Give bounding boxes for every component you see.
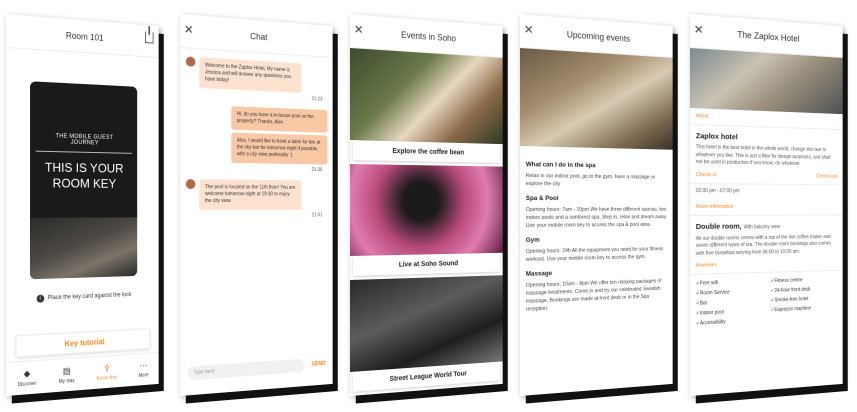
back-icon[interactable]: ✕ bbox=[694, 22, 704, 37]
card-title: THIS IS YOUR ROOM KEY bbox=[44, 159, 124, 191]
section-title: Spa & Pool bbox=[525, 194, 559, 203]
checkout-label: Check out bbox=[816, 173, 838, 180]
share-icon[interactable] bbox=[144, 31, 154, 44]
amenity-item: Accessibility bbox=[696, 318, 767, 327]
card-subtitle: THE MOBILE GUEST JOURNEY bbox=[35, 132, 132, 154]
section-text: Opening hours; 10am - 8pm We offer ten r… bbox=[525, 278, 662, 313]
section-text: Opening hours: 24h All the equipment you… bbox=[525, 246, 664, 263]
back-icon[interactable]: ✕ bbox=[524, 22, 534, 37]
spa-heading: What can I do in the spa bbox=[525, 161, 596, 170]
check-times: Check-in Check out bbox=[690, 166, 843, 186]
avatar bbox=[185, 56, 196, 67]
tab-label: My stay bbox=[58, 377, 75, 385]
amenity-item: Bar bbox=[696, 298, 767, 307]
chat-title: Chat bbox=[250, 30, 268, 42]
checkin-label: Check-in bbox=[695, 171, 717, 179]
tab-bar: ◆ Discover ▤ My stay ⚴ Room Key ⋯ More bbox=[6, 352, 159, 396]
room-subtitle: With balcony view bbox=[743, 224, 781, 231]
bed-icon: ▤ bbox=[62, 365, 71, 376]
event-card-label[interactable]: Explore the coffee bean bbox=[352, 140, 501, 163]
hotel-screen: ✕ The Zaplox Hotel About Zaplox hotel Th… bbox=[690, 14, 843, 396]
hint-text: Place the key card against the lock bbox=[47, 292, 132, 302]
amenities-list: Free wifi Fitness centre Room Service 24… bbox=[690, 271, 843, 333]
card-room-photo bbox=[30, 217, 138, 280]
amenity-item: Free wifi bbox=[696, 279, 767, 287]
key-hint: i Place the key card against the lock bbox=[6, 290, 159, 304]
room-info-label: Room information bbox=[690, 199, 843, 217]
message-input[interactable]: Type here bbox=[187, 358, 305, 381]
back-icon[interactable]: ✕ bbox=[184, 22, 194, 37]
tab-label: More bbox=[138, 372, 149, 379]
concert-image[interactable] bbox=[350, 164, 503, 256]
chat-composer: Type here SEND bbox=[187, 356, 326, 381]
message-incoming: The pool is located on the 11th floor! Y… bbox=[185, 179, 302, 210]
amenity-item: Indoor pool bbox=[696, 308, 767, 317]
events-title: Events in Soho bbox=[401, 29, 456, 43]
message-incoming: Welcome to the Zaplox Hotel, My name is … bbox=[185, 56, 302, 93]
message-time: 21:41 bbox=[311, 212, 323, 219]
tab-more[interactable]: ⋯ More bbox=[139, 360, 149, 379]
event-card-label[interactable]: Live at Soho Sound bbox=[352, 252, 501, 276]
skateboard-image[interactable] bbox=[350, 275, 503, 372]
room-info: Double room, With balcony view All our d… bbox=[690, 220, 843, 258]
hotel-title: The Zaplox Hotel bbox=[737, 29, 800, 44]
hours: 02:00 pm - 07:00 pm bbox=[695, 187, 740, 194]
spa-image bbox=[520, 48, 673, 150]
tab-label: Discover bbox=[17, 380, 37, 389]
room-type: Double room, With balcony view bbox=[696, 220, 838, 232]
more-icon: ⋯ bbox=[139, 360, 148, 371]
section-title: Gym bbox=[525, 236, 540, 244]
avatar bbox=[185, 179, 196, 190]
events-screen: ✕ Events in Soho Explore the coffee bean… bbox=[350, 14, 503, 396]
amenity-item: 24-hour front desk bbox=[771, 286, 838, 294]
tab-my-stay[interactable]: ▤ My stay bbox=[59, 365, 75, 385]
about-text: This hotel is the best hotel in the whol… bbox=[695, 144, 831, 168]
message-outgoing: Also, I would like to book a table for t… bbox=[231, 132, 328, 165]
key-icon: ⚴ bbox=[104, 362, 110, 373]
chat-screen: ✕ Chat Welcome to the Zaplox Hotel, My n… bbox=[180, 14, 333, 396]
room-title: Room 101 bbox=[65, 29, 104, 43]
message-time: 21:23 bbox=[311, 96, 323, 103]
tab-discover[interactable]: ◆ Discover bbox=[18, 368, 37, 388]
about-section: Zaplox hotel This hotel is the best hote… bbox=[690, 130, 843, 169]
amenity-item: Fitness centre bbox=[771, 277, 838, 285]
tab-room-key[interactable]: ⚴ Room Key bbox=[97, 362, 118, 382]
message-list: Welcome to the Zaplox Hotel, My name is … bbox=[180, 48, 333, 235]
message-text: Welcome to the Zaplox Hotel, My name is … bbox=[204, 62, 292, 84]
spa-content: What can I do in the spa Relax in our in… bbox=[520, 146, 673, 322]
hotel-name: Zaplox hotel bbox=[695, 131, 738, 142]
coffee-image[interactable] bbox=[350, 48, 503, 145]
tag-icon: ◆ bbox=[23, 368, 31, 379]
showcase: Room 101 THE MOBILE GUEST JOURNEY THIS I… bbox=[0, 0, 857, 412]
section-text: Opening hours: 7am - 10pm We have three … bbox=[525, 206, 668, 229]
upcoming-events-screen: ✕ Upcoming events What can I do in the s… bbox=[520, 14, 673, 396]
amenity-item: Espresso machine bbox=[771, 305, 838, 314]
amenity-item: Smoke-free hotel bbox=[771, 295, 838, 304]
back-icon[interactable]: ✕ bbox=[354, 22, 364, 37]
hotel-room-image bbox=[690, 48, 843, 115]
tab-label: Room Key bbox=[96, 374, 118, 383]
key-card[interactable]: THE MOBILE GUEST JOURNEY THIS IS YOUR RO… bbox=[30, 81, 138, 280]
room-key-screen: Room 101 THE MOBILE GUEST JOURNEY THIS I… bbox=[6, 14, 159, 396]
message-text: The pool is located on the 11th floor! Y… bbox=[204, 184, 296, 205]
room-title: Double room, bbox=[695, 221, 742, 232]
info-icon: i bbox=[36, 294, 44, 303]
send-button[interactable]: SEND bbox=[311, 361, 325, 368]
message-outgoing: Hi, do you have a in-house pool on the p… bbox=[231, 106, 328, 133]
spa-intro: Relax in our indoor pool, go to the gym,… bbox=[525, 172, 656, 188]
message-time: 21:36 bbox=[311, 167, 323, 174]
room-header: Room 101 bbox=[6, 14, 159, 58]
amenity-item: Room Service bbox=[696, 288, 767, 297]
upcoming-title: Upcoming events bbox=[566, 28, 630, 44]
